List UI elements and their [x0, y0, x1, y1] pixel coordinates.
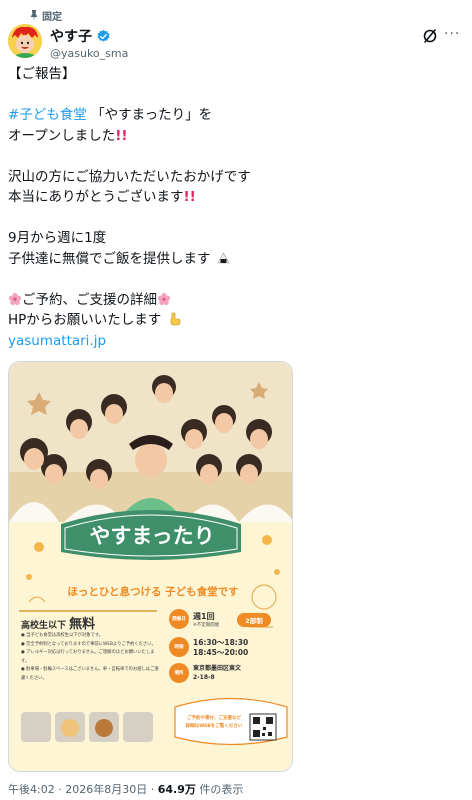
poster-day-label: 開催日	[172, 617, 186, 622]
tweet-date[interactable]: 2026年8月30日	[65, 783, 147, 796]
tweet-line: yasumattari.jp	[8, 331, 458, 352]
view-count: 64.9万	[157, 783, 196, 796]
poster-day-value: 週1回	[193, 612, 215, 621]
tweet-line: 9月から週に1度	[8, 230, 107, 246]
tweet-time[interactable]: 午後4:02	[8, 783, 55, 796]
poster-tagline: ほっとひと息つける 子ども食堂です	[67, 586, 239, 598]
rice-ball-icon	[217, 251, 230, 263]
tweet-line: 【ご報告】	[8, 66, 76, 82]
tweet-text: 【ご報告】 #子ども食堂 「やすまったり」を オープンしました!! 沢山の方にご…	[8, 64, 458, 351]
pinned-indicator: 固定	[30, 8, 62, 23]
poster-logo: やすまったり	[89, 524, 215, 548]
tweet-line: ご予約、ご支援の詳細	[8, 290, 458, 311]
tweet-line: 沢山の方にご協力いただいたおかげです	[8, 168, 251, 185]
poster-parts: 2部制	[245, 617, 263, 625]
poster-place-label: 場所	[174, 671, 184, 676]
poster-notes: ● 当子ども食堂は高校生以下が対象です。 ● 完全予約制となっておりますので事前に…	[21, 633, 159, 681]
tweet-line: HPからお願いいたします	[8, 310, 458, 331]
poster-day-note: ※不定期開催	[193, 623, 220, 628]
cherry-blossom-icon	[157, 292, 171, 305]
pointing-down-icon	[170, 312, 180, 326]
poster-target: 高校生以下 無料	[21, 617, 96, 632]
tweet-line: 子供達に無償でご飯を提供します	[8, 249, 458, 270]
more-options-icon[interactable]: ···	[444, 26, 460, 44]
poster-graphic	[9, 362, 292, 771]
tweet-line: #子ども食堂 「やすまったり」を	[8, 107, 213, 123]
avatar[interactable]	[8, 24, 42, 58]
double-exclamation-icon: !!	[115, 127, 128, 144]
verified-badge-icon	[97, 29, 110, 42]
tweet-header: やす子 @yasuko_sma ···	[8, 24, 464, 62]
grok-icon[interactable]	[422, 28, 438, 44]
view-suffix: 件の表示	[195, 783, 244, 796]
author-display-name[interactable]: やす子	[50, 26, 92, 46]
tweet-media-image[interactable]: やすまったり YASUMATTARI ほっとひと息つける 子ども食堂です 高校生…	[8, 361, 293, 772]
pin-icon	[31, 10, 37, 21]
author-handle[interactable]: @yasuko_sma	[50, 47, 128, 60]
poster-bubble: ご予約や寄付、ご支援など 詳細はWEBをご覧ください	[185, 716, 243, 729]
hashtag-link[interactable]: #子ども食堂	[8, 107, 87, 123]
tweet-line: 本当にありがとうございます!!	[8, 189, 196, 205]
tweet-line: オープンしました!!	[8, 127, 128, 144]
tweet-meta: 午後4:02 · 2026年8月30日 · 64.9万 件の表示	[8, 783, 244, 796]
double-exclamation-icon: !!	[183, 189, 196, 205]
poster-logo-sub: YASUMATTARI	[123, 550, 181, 556]
cherry-blossom-icon	[8, 292, 22, 305]
website-link[interactable]: yasumattari.jp	[8, 333, 106, 349]
poster-times: 16:30～18:30 18:45～20:00	[193, 638, 249, 657]
pinned-label: 固定	[42, 12, 62, 23]
poster-place: 東京都墨田区東文 2-18-8	[193, 665, 242, 681]
poster-time-label: 時間	[174, 645, 184, 650]
